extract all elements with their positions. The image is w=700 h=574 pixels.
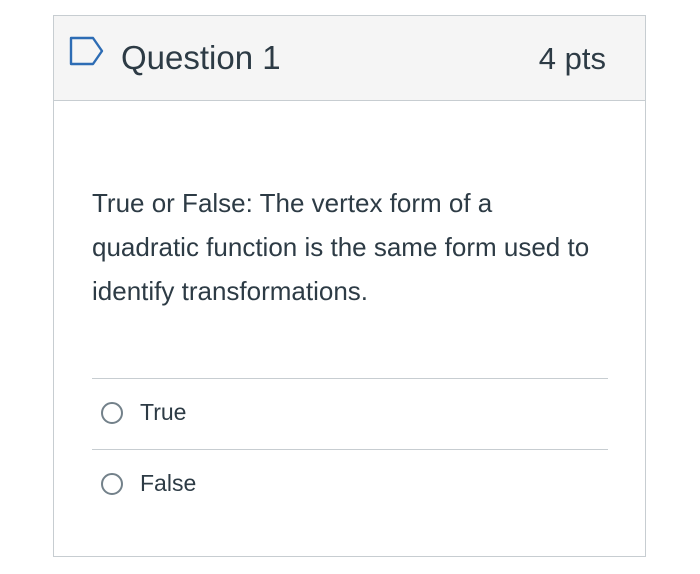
answer-list: True False: [92, 378, 608, 520]
flag-question-icon[interactable]: [69, 36, 105, 66]
answer-label-true[interactable]: True: [140, 397, 186, 427]
question-points: 4 pts: [538, 41, 606, 76]
question-card: Question 1 4 pts True or False: The vert…: [53, 15, 646, 557]
answer-label-false[interactable]: False: [140, 468, 196, 498]
question-title: Question 1: [121, 39, 281, 76]
question-header: Question 1 4 pts: [54, 16, 645, 101]
question-text: True or False: The vertex form of a quad…: [92, 188, 590, 306]
radio-button-true[interactable]: [101, 402, 123, 424]
answer-option-true[interactable]: True: [92, 379, 608, 449]
radio-button-false[interactable]: [101, 473, 123, 495]
answer-option-false[interactable]: False: [92, 450, 608, 520]
